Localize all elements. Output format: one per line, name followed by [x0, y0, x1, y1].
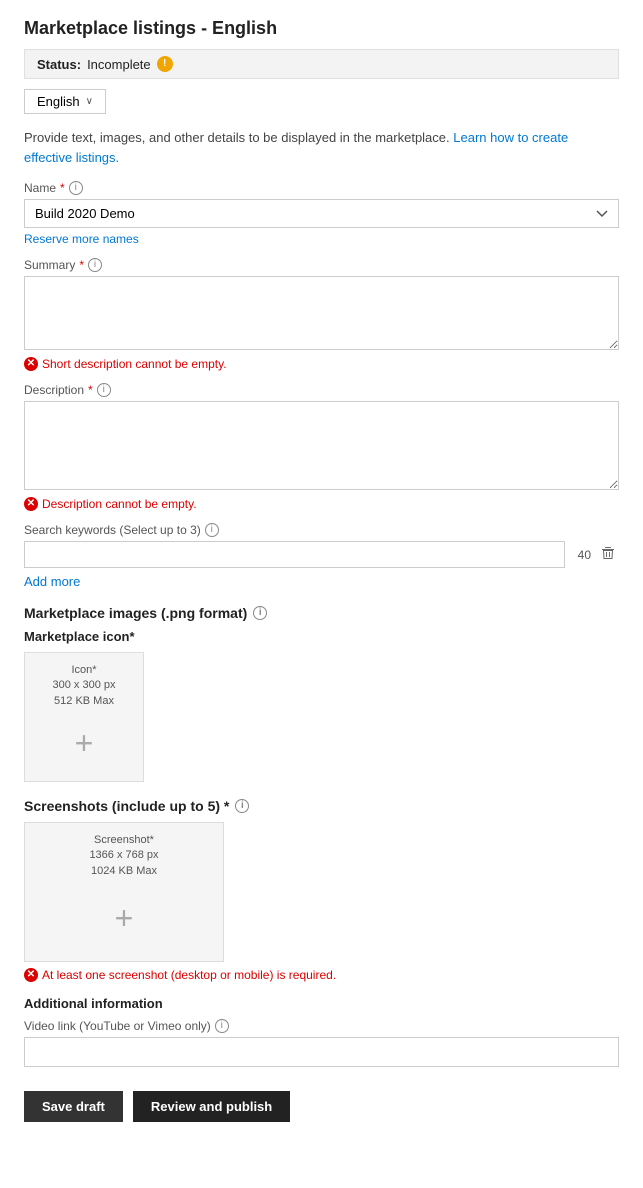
additional-info-section: Additional information Video link (YouTu… — [24, 996, 619, 1067]
summary-required: * — [79, 258, 84, 272]
marketplace-images-info-icon[interactable]: i — [253, 606, 267, 620]
video-label: Video link (YouTube or Vimeo only) i — [24, 1019, 619, 1033]
description-label: Description * i — [24, 383, 619, 397]
keywords-label: Search keywords (Select up to 3) i — [24, 523, 619, 537]
summary-label: Summary * i — [24, 258, 619, 272]
info-text: Provide text, images, and other details … — [24, 128, 619, 167]
status-icon: ! — [157, 56, 173, 72]
status-label: Status: — [37, 57, 81, 72]
trash-icon — [601, 546, 615, 560]
name-info-icon[interactable]: i — [69, 181, 83, 195]
video-info-icon[interactable]: i — [215, 1019, 229, 1033]
screenshot-upload-box[interactable]: Screenshot* 1366 x 768 px 1024 KB Max + — [24, 822, 224, 962]
summary-info-icon[interactable]: i — [88, 258, 102, 272]
description-textarea[interactable] — [24, 401, 619, 490]
keyword-delete-button[interactable] — [597, 544, 619, 565]
language-label: English — [37, 94, 80, 109]
video-field-group: Video link (YouTube or Vimeo only) i — [24, 1019, 619, 1067]
summary-error: ✕ Short description cannot be empty. — [24, 357, 619, 371]
description-error: ✕ Description cannot be empty. — [24, 497, 619, 511]
name-required: * — [60, 181, 65, 195]
marketplace-icon-heading: Marketplace icon* — [24, 629, 619, 644]
icon-upload-label: Icon* 300 x 300 px 512 KB Max — [53, 663, 116, 709]
chevron-down-icon: ∨ — [86, 96, 93, 107]
name-select[interactable]: Build 2020 Demo — [24, 199, 619, 228]
description-error-icon: ✕ — [24, 497, 38, 511]
status-value: Incomplete — [87, 57, 151, 72]
page-title: Marketplace listings - English — [24, 18, 619, 39]
screenshots-info-icon[interactable]: i — [235, 799, 249, 813]
reserve-names-link[interactable]: Reserve more names — [24, 232, 619, 246]
summary-textarea[interactable] — [24, 276, 619, 350]
summary-field-group: Summary * i ✕ Short description cannot b… — [24, 258, 619, 371]
marketplace-images-heading: Marketplace images (.png format) i — [24, 605, 619, 621]
screenshot-upload-label: Screenshot* 1366 x 768 px 1024 KB Max — [89, 833, 158, 879]
screenshots-error-icon: ✕ — [24, 968, 38, 982]
save-draft-button[interactable]: Save draft — [24, 1091, 123, 1122]
icon-plus-icon: + — [75, 727, 94, 759]
screenshots-error: ✕ At least one screenshot (desktop or mo… — [24, 968, 619, 982]
keyword-row: 40 — [24, 541, 619, 568]
additional-info-heading: Additional information — [24, 996, 619, 1011]
name-label: Name * i — [24, 181, 619, 195]
bottom-buttons: Save draft Review and publish — [24, 1091, 619, 1122]
keywords-field-group: Search keywords (Select up to 3) i 40 Ad… — [24, 523, 619, 589]
screenshot-plus-icon: + — [115, 902, 134, 934]
description-field-group: Description * i ✕ Description cannot be … — [24, 383, 619, 511]
keyword-count: 40 — [571, 548, 591, 562]
add-more-link[interactable]: Add more — [24, 574, 619, 589]
description-required: * — [88, 383, 93, 397]
keywords-info-icon[interactable]: i — [205, 523, 219, 537]
description-info-icon[interactable]: i — [97, 383, 111, 397]
review-publish-button[interactable]: Review and publish — [133, 1091, 290, 1122]
icon-upload-box[interactable]: Icon* 300 x 300 px 512 KB Max + — [24, 652, 144, 782]
status-bar: Status: Incomplete ! — [24, 49, 619, 79]
video-input[interactable] — [24, 1037, 619, 1067]
screenshots-heading: Screenshots (include up to 5) * i — [24, 798, 619, 814]
name-field-group: Name * i Build 2020 Demo Reserve more na… — [24, 181, 619, 246]
language-button[interactable]: English ∨ — [24, 89, 106, 114]
summary-error-icon: ✕ — [24, 357, 38, 371]
keyword-input[interactable] — [24, 541, 565, 568]
